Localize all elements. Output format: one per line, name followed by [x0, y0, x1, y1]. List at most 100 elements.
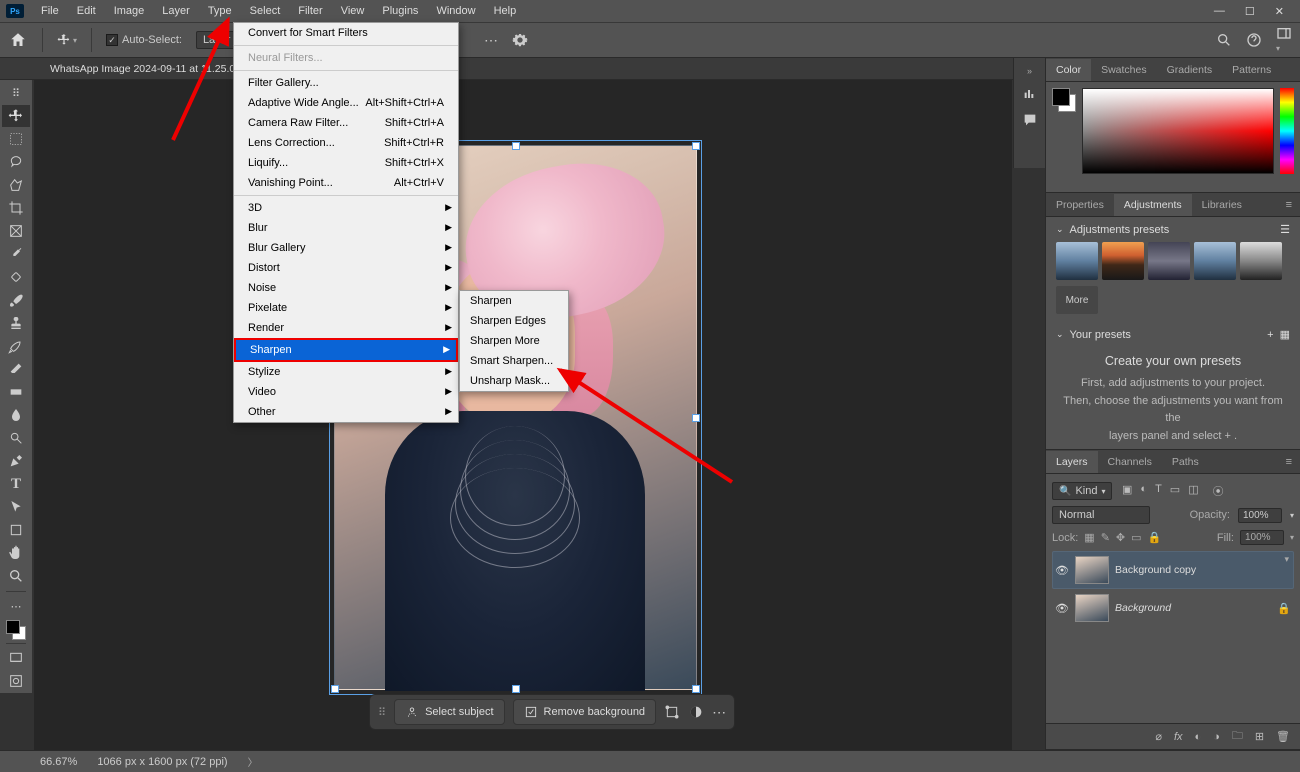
- tab-libraries[interactable]: Libraries: [1192, 194, 1252, 216]
- blend-mode-select[interactable]: Normal: [1052, 506, 1150, 524]
- menu-plugins[interactable]: Plugins: [373, 1, 427, 21]
- gradient-tool[interactable]: [2, 381, 30, 403]
- type-tool[interactable]: T: [2, 473, 30, 495]
- healing-tool[interactable]: [2, 266, 30, 288]
- new-layer-icon[interactable]: ⊞: [1255, 730, 1264, 743]
- transform-icon[interactable]: [664, 704, 680, 720]
- lasso-tool[interactable]: [2, 151, 30, 173]
- marquee-tool[interactable]: [2, 128, 30, 150]
- tab-paths[interactable]: Paths: [1162, 451, 1209, 473]
- menu-3d[interactable]: 3D▶: [234, 198, 458, 218]
- menu-image[interactable]: Image: [105, 1, 154, 21]
- menu-select[interactable]: Select: [241, 1, 290, 21]
- tab-adjustments[interactable]: Adjustments: [1114, 194, 1192, 216]
- tab-color[interactable]: Color: [1046, 59, 1091, 81]
- menu-vanishing-point[interactable]: Vanishing Point...Alt+Ctrl+V: [234, 173, 458, 193]
- filter-adjust-icon[interactable]: ◐: [1140, 483, 1147, 499]
- workspace-icon[interactable]: ▾: [1276, 26, 1292, 54]
- menu-blur-gallery[interactable]: Blur Gallery▶: [234, 238, 458, 258]
- brush-tool[interactable]: [2, 289, 30, 311]
- visibility-toggle-icon[interactable]: 👁: [1055, 564, 1069, 577]
- menu-video[interactable]: Video▶: [234, 382, 458, 402]
- transform-handle[interactable]: [512, 142, 520, 150]
- layer-thumbnail[interactable]: [1075, 594, 1109, 622]
- layer-filter-kind[interactable]: 🔍Kind▾: [1052, 482, 1112, 500]
- window-close[interactable]: ✕: [1275, 5, 1284, 18]
- edit-toolbar-icon[interactable]: ⋯: [2, 595, 30, 617]
- filter-smart-icon[interactable]: ◫: [1188, 483, 1198, 499]
- dodge-tool[interactable]: [2, 427, 30, 449]
- handle-icon[interactable]: ⠿: [2, 82, 30, 104]
- menu-noise[interactable]: Noise▶: [234, 278, 458, 298]
- preset-thumb[interactable]: [1194, 242, 1236, 280]
- home-icon[interactable]: [8, 30, 28, 50]
- filter-image-icon[interactable]: ▣: [1122, 483, 1132, 499]
- menu-blur[interactable]: Blur▶: [234, 218, 458, 238]
- your-presets-header[interactable]: ⌄Your presets + ▦: [1046, 322, 1300, 347]
- layer-item[interactable]: 👁 Background 🔒: [1052, 589, 1294, 627]
- filter-type-icon[interactable]: T: [1155, 483, 1162, 499]
- transform-handle[interactable]: [692, 414, 700, 422]
- layer-thumbnail[interactable]: [1075, 556, 1109, 584]
- menu-sharpen-more[interactable]: Sharpen More: [460, 331, 568, 351]
- menu-help[interactable]: Help: [485, 1, 526, 21]
- document-tab[interactable]: WhatsApp Image 2024-09-11 at 11.25.0: [40, 59, 245, 79]
- transform-handle[interactable]: [692, 142, 700, 150]
- window-minimize[interactable]: —: [1214, 5, 1225, 18]
- frame-tool[interactable]: [2, 220, 30, 242]
- menu-unsharp-mask[interactable]: Unsharp Mask...: [460, 371, 568, 391]
- auto-select-check[interactable]: ✓Auto-Select:: [106, 34, 182, 46]
- tab-properties[interactable]: Properties: [1046, 194, 1114, 216]
- menu-convert-smart-filters[interactable]: Convert for Smart Filters: [234, 23, 458, 43]
- visibility-toggle-icon[interactable]: 👁: [1055, 602, 1069, 615]
- crop-tool[interactable]: [2, 197, 30, 219]
- preset-thumb[interactable]: [1102, 242, 1144, 280]
- eraser-tool[interactable]: [2, 358, 30, 380]
- filter-toggle-icon[interactable]: ⦿: [1213, 483, 1224, 499]
- expand-arrow-icon[interactable]: »: [1027, 66, 1032, 76]
- menu-liquify[interactable]: Liquify...Shift+Ctrl+X: [234, 153, 458, 173]
- hand-tool[interactable]: [2, 542, 30, 564]
- menu-edit[interactable]: Edit: [68, 1, 105, 21]
- tab-layers[interactable]: Layers: [1046, 451, 1098, 473]
- blur-tool[interactable]: [2, 404, 30, 426]
- help-icon[interactable]: [1246, 32, 1262, 48]
- more-presets-button[interactable]: More: [1056, 286, 1098, 314]
- extra-options-icon[interactable]: ⋯: [484, 32, 498, 49]
- menu-file[interactable]: File: [32, 1, 68, 21]
- menu-other[interactable]: Other▶: [234, 402, 458, 422]
- list-view-icon[interactable]: ☰: [1280, 223, 1290, 236]
- menu-camera-raw-filter[interactable]: Camera Raw Filter...Shift+Ctrl+A: [234, 113, 458, 133]
- lock-all-icon[interactable]: 🔒: [1148, 531, 1162, 544]
- fx-icon[interactable]: fx: [1174, 731, 1183, 743]
- zoom-tool[interactable]: [2, 565, 30, 587]
- transform-handle[interactable]: [692, 685, 700, 693]
- mask-icon[interactable]: ◐: [1195, 731, 1202, 743]
- comments-icon[interactable]: [1022, 112, 1038, 128]
- menu-pixelate[interactable]: Pixelate▶: [234, 298, 458, 318]
- hue-slider[interactable]: [1280, 88, 1294, 174]
- menu-sharpen[interactable]: Sharpen▶: [234, 338, 458, 362]
- adjustment-layer-icon[interactable]: ◑: [1213, 731, 1220, 743]
- tab-channels[interactable]: Channels: [1098, 451, 1162, 473]
- color-picker[interactable]: [1082, 88, 1274, 174]
- stamp-tool[interactable]: [2, 312, 30, 334]
- select-subject-button[interactable]: Select subject: [394, 699, 504, 725]
- layer-item[interactable]: 👁 Background copy: [1052, 551, 1294, 589]
- remove-background-button[interactable]: Remove background: [513, 699, 657, 725]
- menu-window[interactable]: Window: [427, 1, 484, 21]
- tab-gradients[interactable]: Gradients: [1157, 59, 1223, 81]
- lock-position-icon[interactable]: ✥: [1116, 531, 1125, 544]
- more-icon[interactable]: ⋯: [712, 704, 726, 721]
- menu-layer[interactable]: Layer: [153, 1, 199, 21]
- zoom-level[interactable]: 66.67%: [40, 756, 77, 768]
- delete-icon[interactable]: 🗑: [1276, 730, 1290, 743]
- menu-distort[interactable]: Distort▶: [234, 258, 458, 278]
- add-preset-icon[interactable]: +: [1267, 329, 1273, 341]
- panel-menu-icon[interactable]: ≡: [1278, 199, 1300, 211]
- lock-artboard-icon[interactable]: ▭: [1131, 531, 1141, 544]
- transform-handle[interactable]: [512, 685, 520, 693]
- menu-stylize[interactable]: Stylize▶: [234, 362, 458, 382]
- history-brush-tool[interactable]: [2, 335, 30, 357]
- lock-brush-icon[interactable]: ✎: [1101, 531, 1110, 544]
